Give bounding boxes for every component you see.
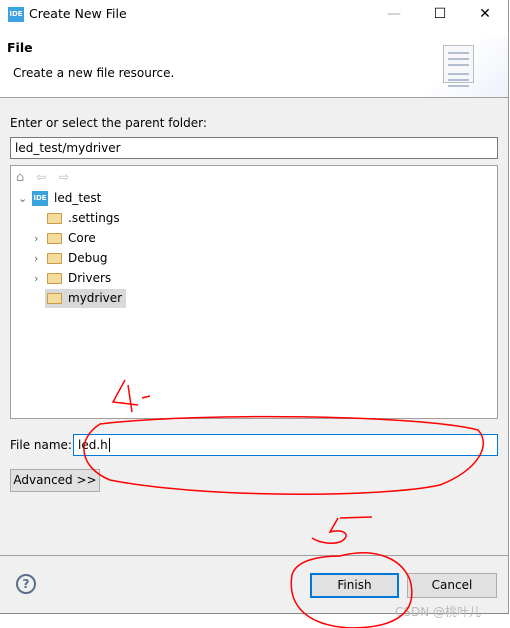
annotation-circle-finish — [290, 552, 413, 628]
annotation-number-5 — [311, 516, 373, 544]
annotation-number-4 — [111, 379, 151, 413]
annotation-circle-file-name — [83, 415, 484, 495]
annotation-overlay — [83, 379, 484, 628]
